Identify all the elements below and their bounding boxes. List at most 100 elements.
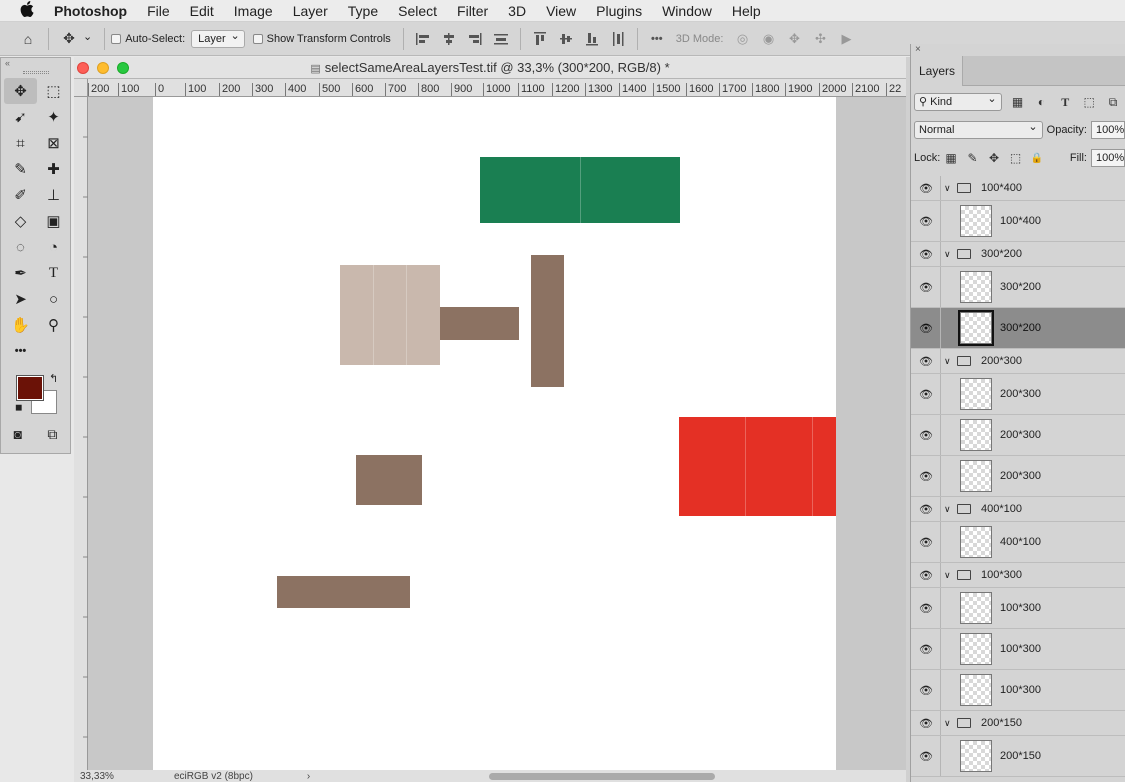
expand-chevron-icon[interactable]: ∨ [944, 570, 951, 581]
visibility-eye-icon[interactable]: 👁 [919, 281, 933, 294]
auto-select-checkbox[interactable] [111, 33, 122, 44]
visibility-eye-icon[interactable]: 👁 [919, 429, 933, 442]
swap-colors-icon[interactable]: ↰ [49, 372, 58, 385]
canvas-area[interactable] [88, 97, 906, 770]
marquee-tool-icon[interactable]: ⬚ [37, 78, 70, 104]
align-right-icon[interactable] [462, 27, 488, 51]
status-menu-arrow-icon[interactable]: › [307, 771, 310, 782]
menu-image[interactable]: Image [224, 0, 283, 22]
align-bottom-icon[interactable] [579, 27, 605, 51]
visibility-eye-icon[interactable]: 👁 [919, 503, 933, 516]
ruler-corner[interactable] [74, 79, 88, 97]
lock-artboard-icon[interactable]: ⬚ [1005, 151, 1027, 165]
3d-pan-icon[interactable]: ✥ [781, 27, 807, 51]
zoom-level[interactable]: 33,33% [80, 771, 160, 782]
menu-select[interactable]: Select [388, 0, 447, 22]
layer-row[interactable]: 👁 200*150 [911, 736, 1125, 777]
layer-thumbnail[interactable] [960, 526, 992, 558]
menu-type[interactable]: Type [338, 0, 388, 22]
layer-row[interactable]: 👁 300*200 [911, 308, 1125, 349]
move-tool-icon[interactable]: ✥ [4, 78, 37, 104]
apple-menu-icon[interactable] [0, 0, 54, 21]
layer-thumbnail[interactable] [960, 378, 992, 410]
distribute-v-icon[interactable] [605, 27, 631, 51]
align-top-icon[interactable] [527, 27, 553, 51]
align-middle-v-icon[interactable] [553, 27, 579, 51]
visibility-eye-icon[interactable]: 👁 [919, 602, 933, 615]
filter-shape-icon[interactable]: ⬚ [1077, 95, 1101, 109]
move-tool-dropdown-chevron-icon[interactable]: ⌄ [83, 30, 92, 43]
blur-tool-icon[interactable]: ◌ [4, 234, 37, 260]
visibility-eye-icon[interactable]: 👁 [919, 248, 933, 261]
filter-pixel-icon[interactable]: ▦ [1006, 95, 1030, 109]
layer-row[interactable]: 👁 200*300 [911, 415, 1125, 456]
screen-mode-icon[interactable]: ⧉ [47, 426, 57, 443]
eyedropper-tool-icon[interactable]: ✎ [4, 156, 37, 182]
path-selection-tool-icon[interactable]: ➤ [4, 286, 37, 312]
menu-filter[interactable]: Filter [447, 0, 498, 22]
layer-thumbnail[interactable] [960, 460, 992, 492]
stamp-tool-icon[interactable]: ⊥ [37, 182, 70, 208]
expand-chevron-icon[interactable]: ∨ [944, 183, 951, 194]
tab-layers[interactable]: Layers [911, 56, 963, 86]
filter-smart-object-icon[interactable]: ⧉ [1101, 95, 1125, 110]
menu-help[interactable]: Help [722, 0, 771, 22]
auto-select-dropdown[interactable]: Layer [191, 28, 245, 48]
3d-slide-icon[interactable]: ✣ [807, 27, 833, 51]
canvas-layer-shape[interactable] [277, 576, 410, 608]
visibility-eye-icon[interactable]: 👁 [919, 536, 933, 549]
lock-image-icon[interactable]: ✎ [962, 151, 984, 165]
layer-row[interactable]: 👁 300*200 [911, 267, 1125, 308]
ellipse-tool-icon[interactable]: ○ [37, 286, 70, 312]
layer-thumbnail[interactable] [960, 740, 992, 772]
home-icon[interactable]: ⌂ [14, 27, 42, 51]
opacity-input[interactable]: 100% [1091, 121, 1125, 139]
3d-roll-icon[interactable]: ◉ [755, 27, 781, 51]
menu-edit[interactable]: Edit [180, 0, 224, 22]
layer-thumbnail[interactable] [960, 205, 992, 237]
lock-transparent-icon[interactable]: ▦ [940, 151, 962, 165]
visibility-eye-icon[interactable]: 👁 [919, 750, 933, 763]
filter-adjustment-icon[interactable]: ◐ [1029, 95, 1053, 109]
healing-brush-tool-icon[interactable]: ✚ [37, 156, 70, 182]
filter-type-icon[interactable]: T [1053, 95, 1077, 110]
type-tool-icon[interactable]: T [37, 260, 70, 286]
foreground-color-swatch[interactable] [16, 375, 44, 401]
visibility-eye-icon[interactable]: 👁 [919, 684, 933, 697]
canvas-layer-shape[interactable] [480, 157, 680, 223]
layer-group-row[interactable]: 👁 ∨ 200*300 [911, 349, 1125, 374]
canvas-layer-shape[interactable] [440, 307, 519, 340]
layer-group-row[interactable]: 👁 ∨ 100*400 [911, 176, 1125, 201]
visibility-eye-icon[interactable]: 👁 [919, 717, 933, 730]
menu-plugins[interactable]: Plugins [586, 0, 652, 22]
3d-orbit-icon[interactable]: ◎ [729, 27, 755, 51]
vertical-ruler[interactable] [74, 97, 88, 770]
horizontal-scrollbar[interactable] [489, 773, 715, 780]
visibility-eye-icon[interactable]: 👁 [919, 643, 933, 656]
more-tools-icon[interactable]: ••• [4, 338, 37, 364]
canvas-layer-shape[interactable] [340, 265, 440, 365]
lock-position-icon[interactable]: ✥ [983, 151, 1005, 165]
layer-group-row[interactable]: 👁 ∨ 300*200 [911, 242, 1125, 267]
more-options-icon[interactable]: ••• [644, 27, 670, 51]
layer-thumbnail[interactable] [960, 592, 992, 624]
horizontal-ruler[interactable]: 200 100 0 100 200 300 400 500 600 700 800 900 1000 11… [88, 79, 906, 97]
layer-thumbnail[interactable] [960, 674, 992, 706]
magic-wand-tool-icon[interactable]: ✦ [37, 104, 70, 130]
expand-chevron-icon[interactable]: ∨ [944, 718, 951, 729]
menu-layer[interactable]: Layer [283, 0, 338, 22]
tools-collapse-icon[interactable]: « [1, 58, 70, 68]
lasso-tool-icon[interactable]: ➹ [4, 104, 37, 130]
color-profile[interactable]: eciRGB v2 (8bpc) [174, 771, 253, 782]
layer-row[interactable]: 👁 100*300 [911, 670, 1125, 711]
layer-row[interactable]: 👁 200*300 [911, 456, 1125, 497]
layer-thumbnail[interactable] [958, 310, 994, 346]
document-canvas[interactable] [153, 97, 836, 770]
menu-3d[interactable]: 3D [498, 0, 536, 22]
layer-row[interactable]: 👁 100*400 [911, 201, 1125, 242]
expand-chevron-icon[interactable]: ∨ [944, 249, 951, 260]
zoom-tool-icon[interactable]: ⚲ [37, 312, 70, 338]
filter-kind-dropdown[interactable]: ⚲ Kind [914, 91, 1002, 111]
layer-thumbnail[interactable] [960, 419, 992, 451]
fill-input[interactable]: 100% [1090, 149, 1125, 167]
